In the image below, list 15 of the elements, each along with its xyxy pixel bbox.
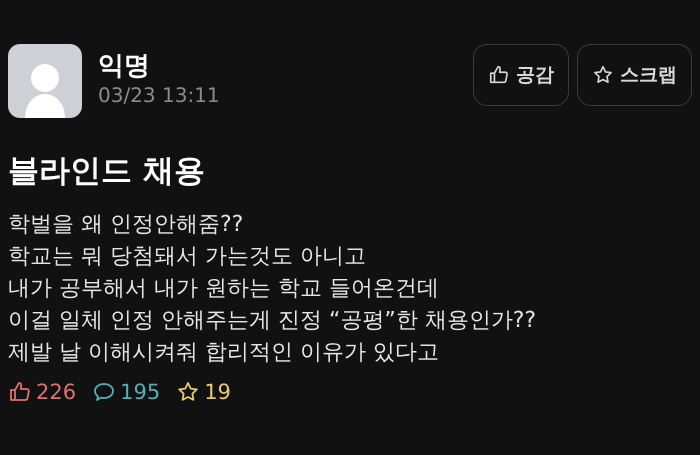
post-text-line: 학벌을 왜 인정안해줌?? bbox=[8, 210, 244, 238]
post-text-line: 학교는 뭐 당첨돼서 가는것도 아니고 bbox=[8, 242, 367, 270]
thumbs-up-icon bbox=[488, 64, 510, 86]
scrap-button[interactable]: 스크랩 bbox=[577, 44, 692, 106]
star-icon bbox=[592, 64, 614, 86]
post-text-line: 내가 공부해서 내가 원하는 학교 들어온건데 bbox=[8, 274, 440, 302]
post-time: 03/23 13:11 bbox=[98, 82, 220, 110]
post-title: 블라인드 채용 bbox=[8, 152, 206, 191]
like-count: 226 bbox=[36, 378, 76, 406]
comment-count: 195 bbox=[120, 378, 160, 406]
author-name: 익명 bbox=[98, 52, 151, 80]
post-text-line: 제발 날 이해시켜줘 합리적인 이유가 있다고 bbox=[8, 338, 440, 366]
scrap-count: 19 bbox=[204, 378, 231, 406]
post-text-line: 이걸 일체 인정 안해주는게 진정 “공평”한 채용인가?? bbox=[8, 306, 538, 334]
like-button[interactable]: 공감 bbox=[473, 44, 569, 106]
